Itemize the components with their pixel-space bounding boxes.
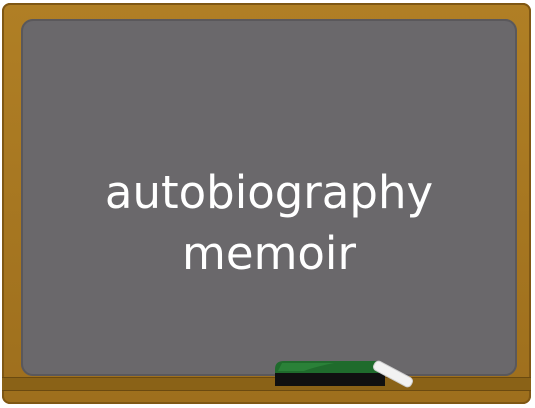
word-1: autobiography — [104, 166, 434, 219]
chalkboard-text: autobiography memoir — [21, 162, 517, 284]
chalkboard-surface: autobiography memoir — [21, 19, 517, 376]
chalkboard-frame: autobiography memoir — [2, 3, 531, 404]
word-2: memoir — [182, 227, 356, 280]
chalk-ledge — [2, 377, 531, 391]
chalk-icon — [373, 360, 413, 388]
